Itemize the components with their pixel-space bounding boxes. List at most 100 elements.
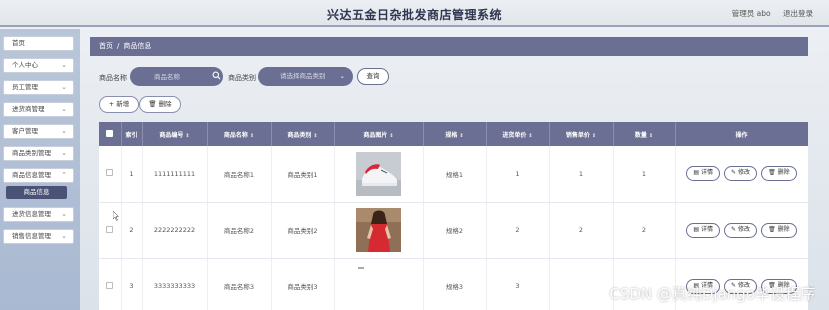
row-checkbox[interactable] (106, 169, 114, 177)
search-icon (212, 71, 221, 80)
sort-icon: ⇕ (313, 132, 318, 139)
row-delete-button[interactable]: 🗑 删除 (761, 166, 797, 182)
chevron-down-icon: ⌄ (61, 149, 67, 157)
cell-ops: ▤ 详情 ✎ 修改 🗑 删除 (675, 202, 808, 259)
product-table: 索引 商品编号 ⇕ 商品名称 ⇕ 商品类别 ⇕ 商品图片 ⇕ 规格 ⇕ 进货单价 ⇕ 销售单… (99, 122, 808, 310)
sidebar-item-label: 商品信息管理 (12, 171, 51, 179)
sort-icon: ⇕ (185, 132, 190, 139)
cell-category: 商品类别2 (271, 202, 335, 259)
sidebar-item-label: 员工管理 (12, 83, 38, 91)
sidebar-item-sales[interactable]: 销售信息管理 ⌄ (3, 229, 74, 244)
query-button[interactable]: 查询 (357, 68, 389, 85)
sort-icon: ⇕ (389, 132, 394, 139)
sidebar-subitem-product-info[interactable]: 商品信息 (6, 186, 67, 199)
chevron-down-icon: ⌄ (61, 127, 67, 135)
sidebar-item-product-info[interactable]: 商品信息管理 ⌃ (3, 168, 74, 183)
cell-ops: ▤ 详情 ✎ 修改 🗑 删除 (675, 146, 808, 203)
row-delete-button[interactable]: 🗑 删除 (761, 222, 797, 238)
sidebar-item-label: 销售信息管理 (12, 232, 51, 240)
sidebar-item-staff[interactable]: 员工管理 ⌄ (3, 80, 74, 95)
cell-code: 1111111111 (142, 146, 208, 203)
delete-button[interactable]: 🗑 删除 (139, 96, 181, 113)
select-all-checkbox[interactable] (106, 129, 114, 137)
sidebar-item-suppliers[interactable]: 进货商管理 ⌄ (3, 102, 74, 117)
row-checkbox[interactable] (106, 225, 114, 233)
cell-purchase-price: 3 (486, 258, 550, 310)
product-name-input[interactable] (130, 67, 223, 86)
column-header[interactable]: 商品名称 ⇕ (207, 122, 272, 146)
cell-image (334, 146, 424, 203)
cell-sale-price (549, 258, 614, 310)
sort-icon: ⇕ (459, 132, 464, 139)
edit-button[interactable]: ✎ 修改 (724, 222, 757, 238)
cell-sale-price: 2 (549, 202, 614, 259)
chevron-down-icon: ⌄ (61, 232, 67, 240)
row-checkbox[interactable] (106, 281, 114, 289)
column-header: 索引 (121, 122, 143, 146)
sidebar-item-home[interactable]: 首页 (3, 36, 74, 51)
add-button[interactable]: + 新增 (99, 96, 139, 113)
column-header: 操作 (675, 122, 808, 146)
cell-name: 商品名称1 (207, 146, 272, 203)
sidebar-item-personal-center[interactable]: 个人中心 ⌄ (3, 58, 74, 73)
select-all-cell (99, 122, 122, 146)
sidebar-item-customers[interactable]: 客户管理 ⌄ (3, 124, 74, 139)
chevron-down-icon: ⌄ (61, 83, 67, 91)
table-row: 1 1111111111 商品名称1 商品类别1 规格1 1 1 1 ▤ 详情 … (99, 146, 808, 203)
sidebar-item-label: 个人中心 (12, 61, 38, 69)
sidebar-item-purchases[interactable]: 进货信息管理 ⌄ (3, 207, 74, 222)
detail-button[interactable]: ▤ 详情 (686, 166, 720, 182)
cell-code: 3333333333 (142, 258, 208, 310)
table-header-row: 索引 商品编号 ⇕ 商品名称 ⇕ 商品类别 ⇕ 商品图片 ⇕ 规格 ⇕ 进货单价 ⇕ 销售单… (99, 122, 808, 146)
sidebar-item-label: 客户管理 (12, 127, 38, 135)
cell-spec: 规格2 (423, 202, 487, 259)
app-title: 兴达五金日杂批发商店管理系统 (326, 8, 502, 22)
breadcrumb-separator: / (117, 42, 120, 50)
sort-icon: ⇕ (528, 132, 533, 139)
sidebar-item-label: 商品类别管理 (12, 149, 51, 157)
cell-purchase-price: 1 (486, 146, 550, 203)
cell-name: 商品名称3 (207, 258, 272, 310)
column-header[interactable]: 商品类别 ⇕ (271, 122, 335, 146)
logout-link[interactable]: 退出登录 (783, 9, 813, 18)
watermark: CSDN @真纯Django毕设程序 (609, 285, 815, 303)
delete-button-label: 删除 (158, 100, 172, 108)
chevron-down-icon: ⌄ (61, 105, 67, 113)
column-header[interactable]: 数量 ⇕ (613, 122, 676, 146)
sidebar-item-label: 进货信息管理 (12, 210, 51, 218)
cell-image (334, 202, 424, 259)
top-header: 兴达五金日杂批发商店管理系统 管理员 abo 退出登录 (0, 0, 829, 27)
cell-index: 2 (121, 202, 143, 259)
cell-spec: 规格3 (423, 258, 487, 310)
edit-button[interactable]: ✎ 修改 (724, 166, 757, 182)
sort-icon: ⇕ (591, 132, 597, 139)
sidebar-item-product-categories[interactable]: 商品类别管理 ⌄ (3, 146, 74, 161)
column-header[interactable]: 进货单价 ⇕ (486, 122, 550, 146)
breadcrumb: 首页 / 商品信息 (90, 37, 808, 56)
product-category-label: 商品类别 (228, 74, 256, 82)
column-header[interactable]: 销售单价 ⇕ (549, 122, 614, 146)
cell-purchase-price: 2 (486, 202, 550, 259)
mouse-cursor-icon (113, 211, 119, 221)
detail-button[interactable]: ▤ 详情 (686, 222, 720, 238)
product-image-broken[interactable] (356, 264, 401, 308)
product-category-select[interactable]: 请选择商品类别 ⌄ (258, 67, 353, 86)
breadcrumb-home[interactable]: 首页 (99, 42, 113, 50)
product-image-dress[interactable] (356, 208, 401, 252)
column-header[interactable]: 规格 ⇕ (423, 122, 487, 146)
sidebar-item-label: 进货商管理 (12, 105, 45, 113)
column-header[interactable]: 商品图片 ⇕ (334, 122, 424, 146)
chevron-down-icon: ⌄ (61, 61, 67, 69)
cell-sale-price: 1 (549, 146, 614, 203)
table-row: 2 2222222222 商品名称2 商品类别2 规格2 2 2 2 ▤ 详情 … (99, 202, 808, 259)
product-name-label: 商品名称 (99, 74, 127, 82)
user-label: 管理员 abo (731, 9, 771, 18)
cell-spec: 规格1 (423, 146, 487, 203)
sidebar-item-label: 首页 (12, 39, 25, 47)
chevron-up-icon: ⌃ (61, 171, 67, 179)
chevron-down-icon: ⌄ (339, 72, 345, 80)
product-image-sneaker[interactable] (356, 151, 401, 196)
cell-code: 2222222222 (142, 202, 208, 259)
column-header[interactable]: 商品编号 ⇕ (142, 122, 208, 146)
cell-index: 3 (121, 258, 143, 310)
